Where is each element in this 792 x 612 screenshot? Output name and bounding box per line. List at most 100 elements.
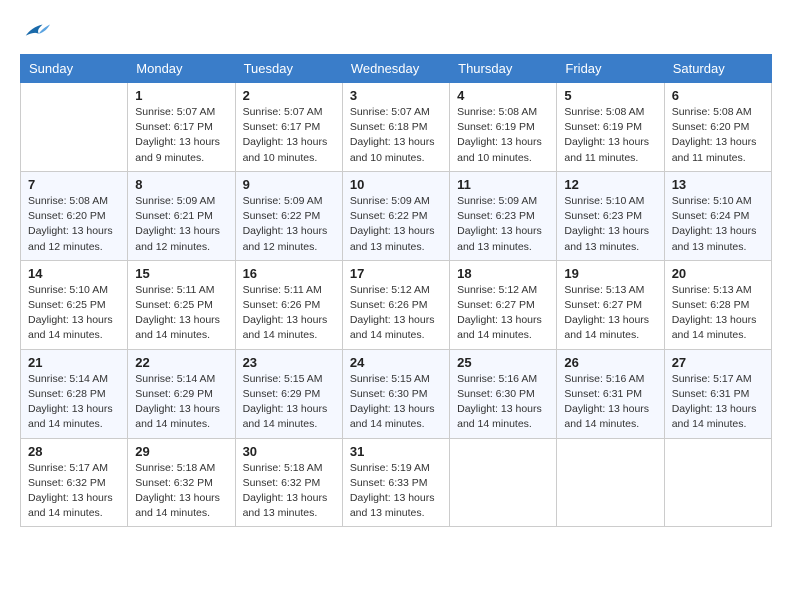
- day-number: 4: [457, 88, 549, 103]
- calendar-cell: 26 Sunrise: 5:16 AM Sunset: 6:31 PM Dayli…: [557, 349, 664, 438]
- day-info: Sunrise: 5:12 AM Sunset: 6:26 PM Dayligh…: [350, 283, 442, 344]
- day-info: Sunrise: 5:08 AM Sunset: 6:19 PM Dayligh…: [564, 105, 656, 166]
- calendar-header-row: SundayMondayTuesdayWednesdayThursdayFrid…: [21, 55, 772, 83]
- day-info: Sunrise: 5:09 AM Sunset: 6:21 PM Dayligh…: [135, 194, 227, 255]
- day-number: 8: [135, 177, 227, 192]
- day-info: Sunrise: 5:07 AM Sunset: 6:17 PM Dayligh…: [135, 105, 227, 166]
- day-number: 31: [350, 444, 442, 459]
- day-info: Sunrise: 5:19 AM Sunset: 6:33 PM Dayligh…: [350, 461, 442, 522]
- day-number: 21: [28, 355, 120, 370]
- col-header-monday: Monday: [128, 55, 235, 83]
- calendar-cell: 31 Sunrise: 5:19 AM Sunset: 6:33 PM Dayli…: [342, 438, 449, 527]
- day-info: Sunrise: 5:18 AM Sunset: 6:32 PM Dayligh…: [243, 461, 335, 522]
- day-number: 7: [28, 177, 120, 192]
- calendar-cell: 2 Sunrise: 5:07 AM Sunset: 6:17 PM Daylig…: [235, 83, 342, 172]
- calendar-cell: 5 Sunrise: 5:08 AM Sunset: 6:19 PM Daylig…: [557, 83, 664, 172]
- day-number: 28: [28, 444, 120, 459]
- day-number: 9: [243, 177, 335, 192]
- calendar-cell: 11Sunrise: 5:09 AM Sunset: 6:23 PM Dayli…: [450, 171, 557, 260]
- calendar-cell: 8 Sunrise: 5:09 AM Sunset: 6:21 PM Daylig…: [128, 171, 235, 260]
- calendar-cell: 29 Sunrise: 5:18 AM Sunset: 6:32 PM Dayli…: [128, 438, 235, 527]
- day-info: Sunrise: 5:15 AM Sunset: 6:30 PM Dayligh…: [350, 372, 442, 433]
- calendar-cell: [664, 438, 771, 527]
- day-number: 20: [672, 266, 764, 281]
- day-info: Sunrise: 5:07 AM Sunset: 6:18 PM Dayligh…: [350, 105, 442, 166]
- day-number: 1: [135, 88, 227, 103]
- calendar-cell: 13Sunrise: 5:10 AM Sunset: 6:24 PM Dayli…: [664, 171, 771, 260]
- day-info: Sunrise: 5:09 AM Sunset: 6:22 PM Dayligh…: [350, 194, 442, 255]
- day-info: Sunrise: 5:13 AM Sunset: 6:27 PM Dayligh…: [564, 283, 656, 344]
- day-number: 2: [243, 88, 335, 103]
- calendar-cell: 10 Sunrise: 5:09 AM Sunset: 6:22 PM Dayli…: [342, 171, 449, 260]
- calendar-cell: 15 Sunrise: 5:11 AM Sunset: 6:25 PM Dayli…: [128, 260, 235, 349]
- calendar-cell: 4 Sunrise: 5:08 AM Sunset: 6:19 PM Daylig…: [450, 83, 557, 172]
- day-info: Sunrise: 5:15 AM Sunset: 6:29 PM Dayligh…: [243, 372, 335, 433]
- day-number: 22: [135, 355, 227, 370]
- calendar-cell: 9 Sunrise: 5:09 AM Sunset: 6:22 PM Daylig…: [235, 171, 342, 260]
- header: [20, 20, 772, 38]
- calendar-cell: 28 Sunrise: 5:17 AM Sunset: 6:32 PM Dayli…: [21, 438, 128, 527]
- calendar-cell: 22 Sunrise: 5:14 AM Sunset: 6:29 PM Dayli…: [128, 349, 235, 438]
- col-header-wednesday: Wednesday: [342, 55, 449, 83]
- day-info: Sunrise: 5:16 AM Sunset: 6:31 PM Dayligh…: [564, 372, 656, 433]
- day-info: Sunrise: 5:18 AM Sunset: 6:32 PM Dayligh…: [135, 461, 227, 522]
- col-header-thursday: Thursday: [450, 55, 557, 83]
- calendar-cell: 19 Sunrise: 5:13 AM Sunset: 6:27 PM Dayli…: [557, 260, 664, 349]
- day-number: 11: [457, 177, 549, 192]
- day-number: 3: [350, 88, 442, 103]
- calendar-cell: 27 Sunrise: 5:17 AM Sunset: 6:31 PM Dayli…: [664, 349, 771, 438]
- day-number: 12: [564, 177, 656, 192]
- day-number: 10: [350, 177, 442, 192]
- day-number: 17: [350, 266, 442, 281]
- day-info: Sunrise: 5:17 AM Sunset: 6:31 PM Dayligh…: [672, 372, 764, 433]
- calendar-cell: 20Sunrise: 5:13 AM Sunset: 6:28 PM Dayli…: [664, 260, 771, 349]
- calendar-cell: 14 Sunrise: 5:10 AM Sunset: 6:25 PM Dayli…: [21, 260, 128, 349]
- day-number: 23: [243, 355, 335, 370]
- day-info: Sunrise: 5:08 AM Sunset: 6:20 PM Dayligh…: [672, 105, 764, 166]
- logo-bird-icon: [22, 20, 50, 42]
- calendar-cell: [450, 438, 557, 527]
- day-info: Sunrise: 5:14 AM Sunset: 6:28 PM Dayligh…: [28, 372, 120, 433]
- day-number: 19: [564, 266, 656, 281]
- day-info: Sunrise: 5:11 AM Sunset: 6:25 PM Dayligh…: [135, 283, 227, 344]
- calendar-cell: 6 Sunrise: 5:08 AM Sunset: 6:20 PM Daylig…: [664, 83, 771, 172]
- day-info: Sunrise: 5:09 AM Sunset: 6:22 PM Dayligh…: [243, 194, 335, 255]
- calendar-cell: 21 Sunrise: 5:14 AM Sunset: 6:28 PM Dayli…: [21, 349, 128, 438]
- day-info: Sunrise: 5:10 AM Sunset: 6:24 PM Dayligh…: [672, 194, 764, 255]
- page-container: SundayMondayTuesdayWednesdayThursdayFrid…: [0, 0, 792, 537]
- day-info: Sunrise: 5:07 AM Sunset: 6:17 PM Dayligh…: [243, 105, 335, 166]
- day-number: 26: [564, 355, 656, 370]
- calendar-table: SundayMondayTuesdayWednesdayThursdayFrid…: [20, 54, 772, 527]
- calendar-cell: 18 Sunrise: 5:12 AM Sunset: 6:27 PM Dayli…: [450, 260, 557, 349]
- day-info: Sunrise: 5:14 AM Sunset: 6:29 PM Dayligh…: [135, 372, 227, 433]
- day-info: Sunrise: 5:08 AM Sunset: 6:20 PM Dayligh…: [28, 194, 120, 255]
- day-number: 29: [135, 444, 227, 459]
- calendar-cell: [557, 438, 664, 527]
- day-info: Sunrise: 5:12 AM Sunset: 6:27 PM Dayligh…: [457, 283, 549, 344]
- day-number: 30: [243, 444, 335, 459]
- week-row-1: 1 Sunrise: 5:07 AM Sunset: 6:17 PM Daylig…: [21, 83, 772, 172]
- logo: [20, 20, 50, 38]
- calendar-cell: [21, 83, 128, 172]
- calendar-cell: 23 Sunrise: 5:15 AM Sunset: 6:29 PM Dayli…: [235, 349, 342, 438]
- calendar-cell: 24 Sunrise: 5:15 AM Sunset: 6:30 PM Dayli…: [342, 349, 449, 438]
- day-info: Sunrise: 5:17 AM Sunset: 6:32 PM Dayligh…: [28, 461, 120, 522]
- day-info: Sunrise: 5:10 AM Sunset: 6:23 PM Dayligh…: [564, 194, 656, 255]
- col-header-tuesday: Tuesday: [235, 55, 342, 83]
- col-header-friday: Friday: [557, 55, 664, 83]
- calendar-cell: 1 Sunrise: 5:07 AM Sunset: 6:17 PM Daylig…: [128, 83, 235, 172]
- day-number: 16: [243, 266, 335, 281]
- day-number: 18: [457, 266, 549, 281]
- week-row-3: 14 Sunrise: 5:10 AM Sunset: 6:25 PM Dayli…: [21, 260, 772, 349]
- calendar-cell: 30 Sunrise: 5:18 AM Sunset: 6:32 PM Dayli…: [235, 438, 342, 527]
- day-number: 5: [564, 88, 656, 103]
- day-number: 27: [672, 355, 764, 370]
- day-number: 14: [28, 266, 120, 281]
- day-info: Sunrise: 5:10 AM Sunset: 6:25 PM Dayligh…: [28, 283, 120, 344]
- calendar-cell: 3 Sunrise: 5:07 AM Sunset: 6:18 PM Daylig…: [342, 83, 449, 172]
- day-number: 6: [672, 88, 764, 103]
- day-number: 25: [457, 355, 549, 370]
- day-number: 15: [135, 266, 227, 281]
- day-number: 24: [350, 355, 442, 370]
- day-info: Sunrise: 5:08 AM Sunset: 6:19 PM Dayligh…: [457, 105, 549, 166]
